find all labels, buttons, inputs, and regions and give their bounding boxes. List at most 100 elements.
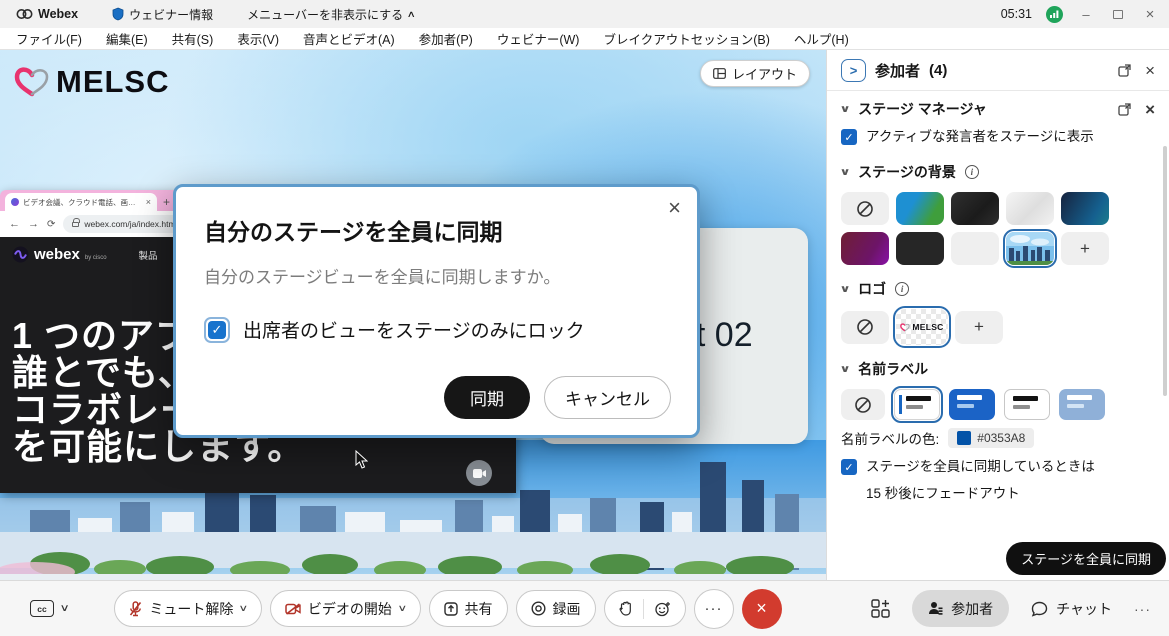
- forward-icon[interactable]: →: [28, 218, 39, 230]
- background-swatch-navy-teal[interactable]: [1061, 192, 1109, 225]
- layout-button[interactable]: レイアウト: [700, 60, 810, 87]
- webinar-info-button[interactable]: ウェビナー情報: [112, 6, 213, 23]
- fade-checkbox-row[interactable]: ✓ ステージを全員に同期しているときは 15 秒後にフェードアウト: [841, 458, 1155, 503]
- share-label: 共有: [465, 599, 493, 619]
- apps-grid-icon[interactable]: [871, 599, 890, 618]
- name-label-style-3[interactable]: [1004, 389, 1050, 420]
- sync-stage-tooltip[interactable]: ステージを全員に同期: [1006, 542, 1166, 575]
- background-swatch-city-selected[interactable]: [1006, 232, 1054, 265]
- reactions-smiley-icon[interactable]: [655, 601, 671, 617]
- active-speaker-label: アクティブな発言者をステージに表示: [866, 128, 1094, 146]
- site-byline: by cisco: [85, 255, 107, 261]
- close-section-icon[interactable]: ×: [1145, 101, 1155, 118]
- background-swatch-grid: +: [841, 192, 1113, 265]
- unmute-button[interactable]: ミュート解除 ∨: [114, 590, 262, 627]
- unmute-label: ミュート解除: [149, 599, 233, 619]
- add-background-button[interactable]: +: [1061, 232, 1109, 265]
- logo-none-swatch[interactable]: [841, 311, 889, 344]
- menu-view[interactable]: 表示(V): [237, 29, 279, 48]
- maximize-button[interactable]: [1109, 7, 1127, 22]
- lock-view-checkbox[interactable]: ✓: [204, 317, 230, 343]
- menu-file[interactable]: ファイル(F): [16, 29, 82, 48]
- background-swatch-light[interactable]: [1006, 192, 1054, 225]
- more-options-button[interactable]: ···: [694, 589, 734, 629]
- tab-close-icon[interactable]: ×: [146, 197, 151, 207]
- more-panels-icon[interactable]: ···: [1134, 601, 1151, 617]
- participants-toggle-button[interactable]: 参加者: [912, 590, 1009, 627]
- minimize-button[interactable]: –: [1077, 7, 1095, 22]
- window-titlebar: Webex ウェビナー情報 メニューバーを非表示にする ∧ 05:31 – ×: [0, 0, 1169, 28]
- participants-button-label: 参加者: [951, 599, 993, 619]
- new-tab-button[interactable]: +: [163, 195, 170, 211]
- info-icon[interactable]: i: [965, 165, 979, 179]
- name-label-style-2[interactable]: [949, 389, 995, 420]
- menu-participant[interactable]: 参加者(P): [419, 29, 473, 48]
- back-icon[interactable]: ←: [9, 218, 20, 230]
- dialog-message: 自分のステージビューを全員に同期しますか。: [204, 263, 669, 288]
- reload-icon[interactable]: ⟳: [47, 219, 55, 230]
- background-swatch-dark[interactable]: [951, 192, 999, 225]
- nav-products[interactable]: 製品: [139, 248, 158, 262]
- chat-button[interactable]: チャット: [1031, 599, 1112, 619]
- active-speaker-checkbox-row[interactable]: ✓ アクティブな発言者をステージに表示: [841, 128, 1155, 146]
- chat-button-label: チャット: [1056, 599, 1112, 619]
- stage-manager-section-header[interactable]: ∨ ステージ マネージャ ×: [841, 91, 1155, 127]
- name-label-style-1-selected[interactable]: [894, 389, 940, 420]
- layout-button-label: レイアウト: [732, 64, 797, 83]
- menu-breakout[interactable]: ブレイクアウトセッション(B): [603, 29, 769, 48]
- webinar-info-label: ウェビナー情報: [129, 6, 213, 23]
- start-video-button[interactable]: ビデオの開始 ∨: [270, 590, 421, 627]
- sidebar-scrollbar[interactable]: [1163, 146, 1167, 396]
- logo-melsc-swatch-selected[interactable]: MELSC: [896, 309, 948, 345]
- name-label-style-4[interactable]: [1059, 389, 1105, 420]
- plus-icon: +: [1080, 239, 1090, 259]
- background-swatch-magenta[interactable]: [841, 232, 889, 265]
- background-swatch-blue-green[interactable]: [896, 192, 944, 225]
- cc-options-chevron-icon[interactable]: ∨: [60, 603, 70, 614]
- background-swatch-gray[interactable]: [951, 232, 999, 265]
- webex-site-logo: webex by cisco: [12, 246, 107, 263]
- name-label-color-label: 名前ラベルの色:: [841, 428, 939, 448]
- cancel-button[interactable]: キャンセル: [544, 376, 671, 419]
- menu-webinar[interactable]: ウェビナー(W): [497, 29, 580, 48]
- name-label-section-header[interactable]: ∨ 名前ラベル: [841, 351, 1155, 387]
- add-logo-button[interactable]: +: [955, 311, 1003, 344]
- camera-overlay-icon[interactable]: [466, 460, 492, 486]
- stage-background-section-header[interactable]: ∨ ステージの背景 i: [841, 154, 1155, 190]
- menu-edit[interactable]: 編集(E): [106, 29, 148, 48]
- logo-section-header[interactable]: ∨ ロゴ i: [841, 271, 1155, 307]
- closed-captions-icon[interactable]: cc: [30, 600, 54, 617]
- connection-quality-icon[interactable]: [1046, 6, 1063, 23]
- popout-icon[interactable]: [1118, 64, 1131, 77]
- logo-swatch-grid: MELSC +: [841, 309, 1113, 345]
- share-button[interactable]: 共有: [429, 590, 508, 627]
- name-label-color-picker[interactable]: #0353A8: [948, 428, 1034, 448]
- fade-checkbox[interactable]: ✓: [841, 459, 857, 475]
- background-swatch-black[interactable]: [896, 232, 944, 265]
- menu-share[interactable]: 共有(S): [172, 29, 214, 48]
- hide-menubar-label: メニューバーを非表示にする: [247, 6, 403, 23]
- raise-hand-icon[interactable]: [619, 601, 632, 616]
- menu-audio-video[interactable]: 音声とビデオ(A): [303, 29, 395, 48]
- sync-button[interactable]: 同期: [444, 376, 530, 419]
- chevron-down-icon: ∨: [839, 364, 850, 375]
- menu-help[interactable]: ヘルプ(H): [794, 29, 849, 48]
- background-none-swatch[interactable]: [841, 192, 889, 225]
- browser-tab[interactable]: ビデオ会議、クラウド電話、画面共有 ×: [5, 193, 157, 211]
- active-speaker-checkbox[interactable]: ✓: [841, 129, 857, 145]
- hide-menubar-button[interactable]: メニューバーを非表示にする ∧: [247, 6, 415, 23]
- url-text: webex.com/ja/index.html: [84, 219, 177, 229]
- participants-panel-title: 参加者: [875, 60, 920, 81]
- dialog-close-icon[interactable]: ×: [668, 197, 681, 219]
- popout-icon[interactable]: [1118, 103, 1131, 116]
- close-window-button[interactable]: ×: [1141, 6, 1159, 23]
- color-hex-value: #0353A8: [977, 431, 1025, 445]
- record-button[interactable]: 録画: [516, 590, 596, 627]
- collapse-panel-button[interactable]: >: [841, 59, 866, 82]
- site-name: webex: [34, 246, 80, 263]
- leave-webinar-button[interactable]: ×: [742, 589, 782, 629]
- name-label-grid: [841, 389, 1113, 420]
- name-label-none-swatch[interactable]: [841, 389, 885, 420]
- close-panel-icon[interactable]: ×: [1145, 62, 1155, 79]
- info-icon[interactable]: i: [895, 282, 909, 296]
